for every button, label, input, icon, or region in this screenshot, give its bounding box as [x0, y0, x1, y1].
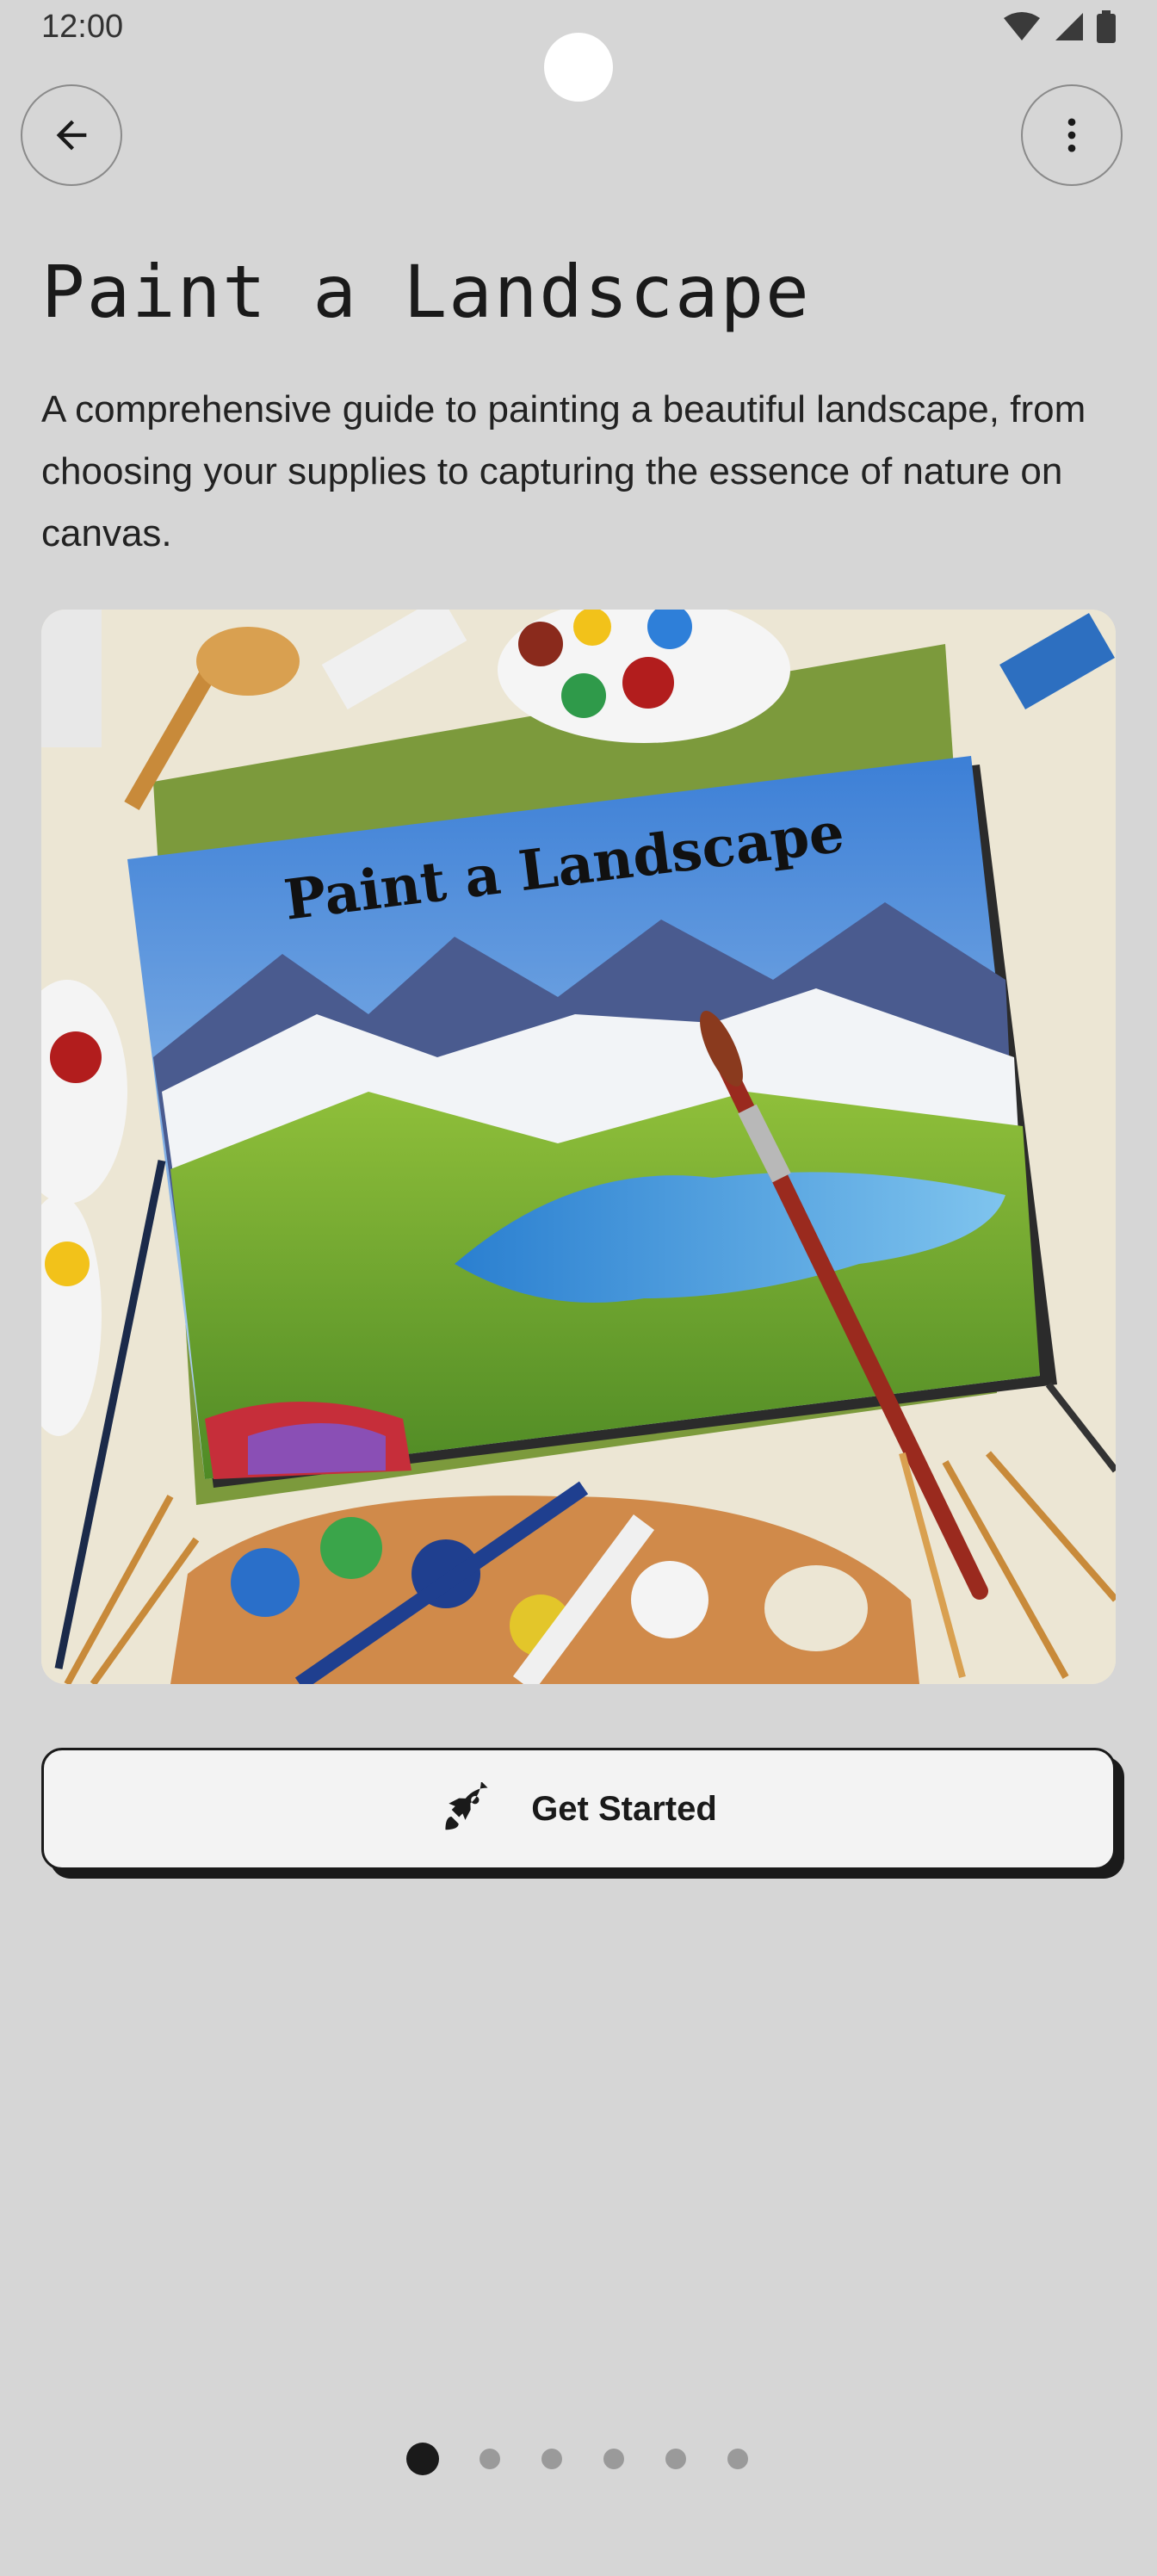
- hero-illustration: Paint a Landscape: [41, 610, 1116, 1684]
- get-started-label: Get Started: [531, 1789, 717, 1828]
- battery-icon: [1097, 10, 1116, 43]
- signal-icon: [1055, 13, 1083, 40]
- more-options-button[interactable]: [1021, 84, 1123, 186]
- page-dot-2[interactable]: [480, 2449, 500, 2469]
- back-button[interactable]: [21, 84, 122, 186]
- more-vertical-icon: [1067, 118, 1076, 152]
- status-time: 12:00: [41, 9, 124, 45]
- status-icons: [1002, 10, 1116, 43]
- get-started-button[interactable]: Get Started: [41, 1748, 1116, 1870]
- camera-cutout: [544, 33, 613, 102]
- arrow-left-icon: [56, 120, 87, 151]
- page-dot-5[interactable]: [665, 2449, 686, 2469]
- status-bar: 12:00: [0, 0, 1157, 102]
- page-dot-1[interactable]: [406, 2443, 439, 2475]
- page-dot-4[interactable]: [603, 2449, 624, 2469]
- rocket-icon: [445, 1782, 488, 1830]
- page-dot-3[interactable]: [541, 2449, 562, 2469]
- page-indicator: [0, 2442, 1157, 2476]
- hero-image: Paint a Landscape: [41, 610, 1116, 1684]
- page-dot-6[interactable]: [727, 2449, 748, 2469]
- page-title: Paint a Landscape: [41, 250, 811, 334]
- page-description: A comprehensive guide to painting a beau…: [41, 388, 1086, 554]
- wifi-icon: [1004, 12, 1040, 40]
